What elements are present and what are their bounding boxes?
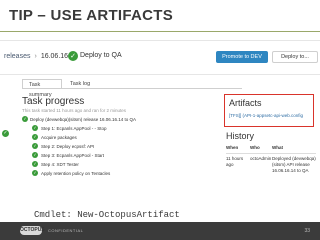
- artifacts-heading: Artifacts: [229, 98, 262, 108]
- page-number: 33: [304, 228, 310, 234]
- history-what: Deployed (devwebqa)(sitsm) API release 1…: [272, 156, 316, 173]
- artifacts-highlight-box: Artifacts [TFS]] (API-1-appsetc-api-web.…: [224, 94, 314, 127]
- history-heading: History: [226, 131, 255, 141]
- step-check-icon: ✓: [32, 143, 38, 149]
- step-check-icon: ✓: [32, 125, 38, 131]
- step-check-icon: ✓: [32, 161, 38, 167]
- step-check-icon: ✓: [22, 116, 28, 122]
- release-bar: releases › 16.06.16.14 ✓ Deploy to QA Prom…: [0, 41, 320, 75]
- step-text: Deploy (devwebqa)(sitsm) release 16.06.1…: [30, 117, 137, 122]
- task-progress-heading: Task progress: [22, 96, 85, 107]
- breadcrumb-releases-link[interactable]: releases: [4, 53, 30, 60]
- deploy-to-button[interactable]: Deploy to...: [272, 51, 318, 63]
- artifact-link[interactable]: [TFS]] (API-1-appsetc-api-web.config: [229, 113, 303, 118]
- step-item[interactable]: ✓ Step 1: Ecpanls AppPool - - Stop: [22, 125, 222, 133]
- success-check-icon: ✓: [68, 51, 78, 61]
- history-header-rule: [226, 153, 316, 154]
- history-header-who: Who: [250, 145, 260, 150]
- step-text: Apply retention policy on Tentacles: [41, 171, 111, 176]
- step-item[interactable]: ✓ Acquire packages: [22, 134, 222, 142]
- octopus-logo: OCTOPUS: [20, 226, 45, 235]
- step-text: Step 2: Deploy ecpssf: API: [41, 144, 95, 149]
- step-check-icon: ✓: [32, 152, 38, 158]
- slide-footer: OCTOPUS CONFIDENTIAL 33: [0, 222, 320, 240]
- tab-underline: [22, 88, 242, 89]
- title-divider: [0, 31, 320, 32]
- deployment-title: Deploy to QA: [80, 52, 122, 59]
- step-check-icon: ✓: [32, 170, 38, 176]
- step-item[interactable]: ✓ Apply retention policy on Tentacles: [22, 170, 222, 178]
- step-item[interactable]: ✓ Step 4: XDT Tester: [22, 161, 222, 169]
- history-when: 11 hours ago: [226, 156, 244, 167]
- step-item[interactable]: ✓ Step 2: Deploy ecpssf: API: [22, 143, 222, 151]
- cmdlet-caption: Cmdlet: New-OctopusArtifact: [34, 210, 180, 220]
- step-item[interactable]: ✓ Deploy (devwebqa)(sitsm) release 16.06…: [22, 116, 222, 124]
- step-text: Acquire packages: [41, 135, 77, 140]
- step-list: ✓ Deploy (devwebqa)(sitsm) release 16.06…: [22, 116, 222, 179]
- left-status-icon: ✓: [2, 130, 9, 137]
- confidential-label: CONFIDENTIAL: [48, 228, 84, 233]
- promote-button[interactable]: Promote to DEV: [216, 51, 268, 63]
- step-check-icon: ✓: [32, 134, 38, 140]
- octopus-screenshot: releases › 16.06.16.14 ✓ Deploy to QA Prom…: [0, 40, 320, 206]
- step-item[interactable]: ✓ Step 3: Ecpanls AppPool - Start: [22, 152, 222, 160]
- step-text: Step 1: Ecpanls AppPool - - Stop: [41, 126, 107, 131]
- history-header-when: When: [226, 145, 239, 150]
- slide-title: TIP – USE ARTIFACTS: [9, 7, 174, 24]
- task-duration-text: This task started 11 hours ago and ran f…: [22, 108, 126, 113]
- step-text: Step 4: XDT Tester: [41, 162, 79, 167]
- history-header-what: What: [272, 145, 283, 150]
- breadcrumb: releases › 16.06.16.14: [4, 53, 78, 60]
- step-text: Step 3: Ecpanls AppPool - Start: [41, 153, 105, 158]
- breadcrumb-separator: ›: [34, 53, 37, 60]
- history-who: octoAdmin: [250, 156, 272, 161]
